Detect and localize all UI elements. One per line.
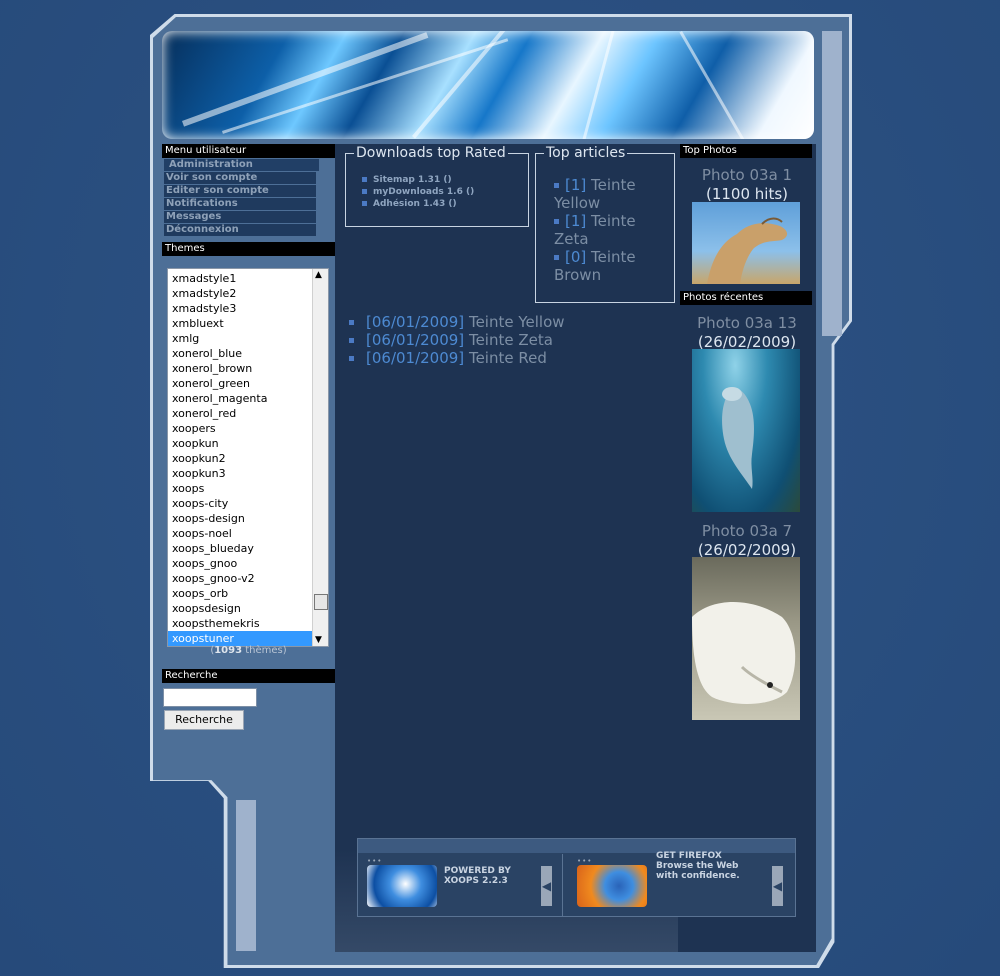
theme-option[interactable]: xmadstyle2 (168, 286, 313, 301)
theme-select-list[interactable]: xmadstyle1 xmadstyle2 xmadstyle3 xmbluext xm… (167, 268, 329, 647)
scroll-down-icon[interactable]: ▼ (315, 635, 322, 645)
recent-photos-title: Photos récentes (680, 291, 812, 305)
theme-list-scrollbar[interactable]: ▲ ▼ (312, 269, 328, 646)
xoops-badge-arrow-icon[interactable]: ◀ (541, 866, 552, 906)
article-item[interactable]: [0] Teinte Brown (554, 248, 674, 284)
scroll-thumb[interactable] (314, 594, 328, 610)
theme-option[interactable]: xoopkun3 (168, 466, 313, 481)
downloads-top-rated-block: Downloads top Rated Sitemap 1.31 () myDo… (345, 145, 529, 227)
top-photos-title: Top Photos (680, 144, 812, 158)
downloads-block-title: Downloads top Rated (354, 145, 508, 161)
search-button[interactable]: Recherche (164, 710, 244, 730)
polar-bear-photo[interactable] (692, 557, 800, 720)
theme-option[interactable]: xoops_blueday (168, 541, 313, 556)
download-item[interactable]: Sitemap 1.31 () (362, 174, 474, 186)
news-list: [06/01/2009] Teinte Yellow [06/01/2009] … (349, 313, 565, 367)
menu-item-messages[interactable]: Messages (164, 211, 316, 223)
download-item[interactable]: myDownloads 1.6 () (362, 186, 474, 198)
theme-option[interactable]: xonerol_green (168, 376, 313, 391)
bullet-icon (554, 255, 559, 260)
theme-option[interactable]: xmlg (168, 331, 313, 346)
theme-option[interactable]: xoopstuner (168, 631, 313, 646)
dots-icon: ••• (367, 857, 383, 865)
theme-option[interactable]: xmadstyle1 (168, 271, 313, 286)
menu-item-logout[interactable]: Déconnexion (164, 224, 316, 236)
user-menu-title: Menu utilisateur (162, 144, 335, 158)
dolphin-photo[interactable] (692, 349, 800, 512)
bullet-icon (362, 189, 367, 194)
top-photo-caption[interactable]: Photo 03a 1 (1100 hits) (678, 166, 816, 204)
xoops-badge-text[interactable]: POWERED BY XOOPS 2.2.3 (444, 866, 511, 886)
menu-item-notifications[interactable]: Notifications (164, 198, 316, 210)
theme-option[interactable]: xoops_orb (168, 586, 313, 601)
frame-bottom-left-bar (236, 800, 256, 951)
theme-option[interactable]: xonerol_blue (168, 346, 313, 361)
recent-photo-caption[interactable]: Photo 03a 7 (26/02/2009) (678, 522, 816, 560)
dots-icon: ••• (577, 857, 593, 865)
theme-option[interactable]: xmadstyle3 (168, 301, 313, 316)
theme-option[interactable]: xmbluext (168, 316, 313, 331)
xoops-logo[interactable] (367, 865, 437, 907)
search-title: Recherche (162, 669, 335, 683)
bullet-icon (554, 219, 559, 224)
theme-option[interactable]: xoops (168, 481, 313, 496)
scroll-up-icon[interactable]: ▲ (315, 270, 322, 280)
theme-option[interactable]: xoopsdesign (168, 601, 313, 616)
theme-count: (1093 thèmes) (210, 645, 287, 656)
articles-list: [1] Teinte Yellow [1] Teinte Zeta [0] Te… (554, 176, 674, 284)
theme-items: xmadstyle1 xmadstyle2 xmadstyle3 xmbluext xm… (168, 271, 313, 646)
themes-title: Themes (162, 242, 335, 256)
theme-option[interactable]: xoops-design (168, 511, 313, 526)
theme-option[interactable]: xoops-noel (168, 526, 313, 541)
theme-option[interactable]: xonerol_brown (168, 361, 313, 376)
news-item[interactable]: [06/01/2009] Teinte Yellow (349, 313, 565, 331)
bullet-icon (349, 338, 354, 343)
firefox-badge-text[interactable]: GET FIREFOX Browse the Web with confiden… (656, 851, 740, 881)
theme-option[interactable]: xoops-city (168, 496, 313, 511)
footer-badges: ••• POWERED BY XOOPS 2.2.3 ◀ ••• GET FIR… (357, 838, 796, 917)
download-item[interactable]: Adhésion 1.43 () (362, 198, 474, 210)
article-item[interactable]: [1] Teinte Yellow (554, 176, 674, 212)
user-menu: Administration Voir son compte Editer so… (162, 159, 335, 236)
downloads-list: Sitemap 1.31 () myDownloads 1.6 () Adhés… (362, 174, 474, 210)
frame-right-bar (822, 31, 842, 336)
theme-option[interactable]: xoopkun (168, 436, 313, 451)
theme-option[interactable]: xoopsthemekris (168, 616, 313, 631)
bullet-icon (362, 201, 367, 206)
bullet-icon (349, 320, 354, 325)
menu-item-edit-account[interactable]: Editer son compte (164, 185, 316, 197)
firefox-badge-arrow-icon[interactable]: ◀ (772, 866, 783, 906)
theme-option[interactable]: xonerol_red (168, 406, 313, 421)
firefox-logo[interactable] (577, 865, 647, 907)
top-articles-block: Top articles [1] Teinte Yellow [1] Teint… (535, 145, 675, 303)
recent-photo-caption[interactable]: Photo 03a 13 (26/02/2009) (678, 314, 816, 352)
camel-photo[interactable] (692, 202, 800, 284)
theme-option[interactable]: xoops_gnoo (168, 556, 313, 571)
search-input[interactable] (163, 688, 257, 707)
news-item[interactable]: [06/01/2009] Teinte Zeta (349, 331, 565, 349)
news-item[interactable]: [06/01/2009] Teinte Red (349, 349, 565, 367)
footer-divider (562, 854, 563, 916)
theme-option[interactable]: xonerol_magenta (168, 391, 313, 406)
bullet-icon (554, 183, 559, 188)
menu-item-administration[interactable]: Administration (164, 159, 319, 171)
header-banner (162, 31, 814, 139)
bullet-icon (362, 177, 367, 182)
theme-option[interactable]: xoops_gnoo-v2 (168, 571, 313, 586)
menu-item-view-account[interactable]: Voir son compte (164, 172, 316, 184)
article-item[interactable]: [1] Teinte Zeta (554, 212, 674, 248)
articles-block-title: Top articles (544, 145, 628, 161)
bullet-icon (349, 356, 354, 361)
theme-option[interactable]: xoopkun2 (168, 451, 313, 466)
theme-option[interactable]: xoopers (168, 421, 313, 436)
